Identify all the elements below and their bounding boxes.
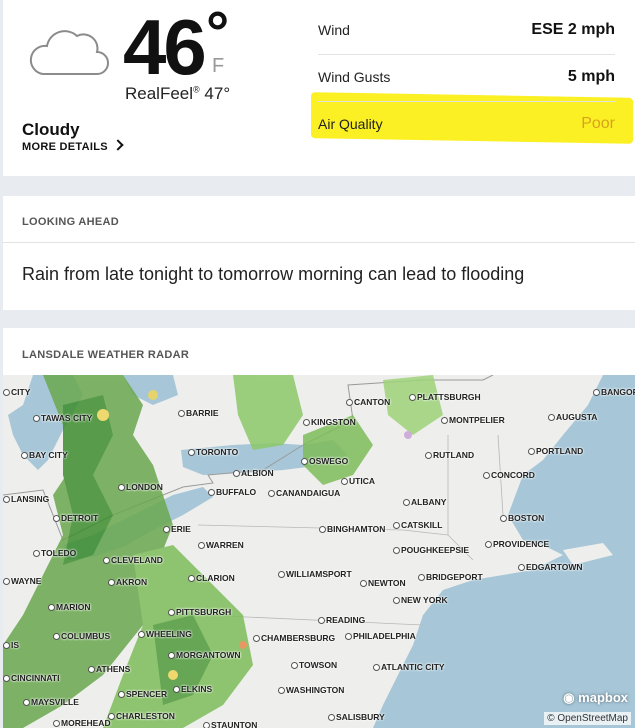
weather-phrase: Cloudy xyxy=(22,120,80,139)
detail-label: Air Quality xyxy=(318,116,383,132)
city-label: MORGANTOWN xyxy=(168,650,241,660)
city-label: LANSING xyxy=(3,494,49,504)
current-conditions-card: 46 ° F RealFeel® 47° Cloudy MORE DETAILS… xyxy=(3,0,635,176)
radar-card: LANSDALE WEATHER RADAR CITY TAWAS CITY B… xyxy=(3,328,635,728)
city-label: WARREN xyxy=(198,540,244,550)
city-label: SPENCER xyxy=(118,689,167,699)
city-label: ALBION xyxy=(233,468,274,478)
city-label: CITY xyxy=(3,387,30,397)
city-label: PITTSBURGH xyxy=(168,607,231,617)
city-label: POUGHKEEPSIE xyxy=(393,545,469,555)
city-label: NEW YORK xyxy=(393,595,448,605)
city-label: MONTPELIER xyxy=(441,415,505,425)
city-label: NEWTON xyxy=(360,578,406,588)
details-list: Wind ESE 2 mph Wind Gusts 5 mph Air Qual… xyxy=(318,8,615,148)
city-label: TOLEDO xyxy=(33,548,76,558)
realfeel: RealFeel® 47° xyxy=(125,84,231,103)
detail-label: Wind xyxy=(318,22,350,38)
city-label: KINGSTON xyxy=(303,417,356,427)
city-label: LONDON xyxy=(118,482,163,492)
detail-row-wind-gusts: Wind Gusts 5 mph xyxy=(318,55,615,102)
city-label: BOSTON xyxy=(500,513,544,523)
city-label: CANANDAIGUA xyxy=(268,488,340,498)
mapbox-label: mapbox xyxy=(578,690,628,705)
city-label: UTICA xyxy=(341,476,375,486)
realfeel-value: 47° xyxy=(204,84,231,103)
city-label: CLEVELAND xyxy=(103,555,163,565)
city-label: BAY CITY xyxy=(21,450,68,460)
section-title: LANSDALE WEATHER RADAR xyxy=(22,349,190,361)
temperature-unit: F xyxy=(212,55,225,77)
radar-map[interactable]: CITY TAWAS CITY BAY CITY LANSING DETROIT… xyxy=(3,374,635,728)
section-title: LOOKING AHEAD xyxy=(22,216,119,228)
city-label: PHILADELPHIA xyxy=(345,631,416,641)
cloud-icon xyxy=(29,30,109,75)
city-label: MAYSVILLE xyxy=(23,697,79,707)
city-label: BUFFALO xyxy=(208,487,256,497)
city-label: BRIDGEPORT xyxy=(418,572,483,582)
city-label: TAWAS CITY xyxy=(33,413,92,423)
looking-ahead-text: Rain from late tonight to tomorrow morni… xyxy=(22,264,525,284)
more-details-link[interactable]: MORE DETAILS xyxy=(22,139,124,153)
city-label: WILLIAMSPORT xyxy=(278,569,352,579)
city-label: CANTON xyxy=(346,397,390,407)
detail-row-wind: Wind ESE 2 mph xyxy=(318,8,615,55)
city-label: AKRON xyxy=(108,577,147,587)
divider xyxy=(3,242,635,243)
city-label: BARRIE xyxy=(178,408,219,418)
city-label: ALBANY xyxy=(403,497,446,507)
realfeel-label: RealFeel xyxy=(125,84,194,103)
city-label: TOWSON xyxy=(291,660,337,670)
city-label: STAUNTON xyxy=(203,720,257,728)
city-label: CHARLESTON xyxy=(108,711,175,721)
air-quality-value: Poor xyxy=(581,115,615,132)
city-label: RUTLAND xyxy=(425,450,474,460)
city-label: CLARION xyxy=(188,573,235,583)
detail-value: 5 mph xyxy=(567,68,615,85)
city-label: CONCORD xyxy=(483,470,535,480)
detail-label: Wind Gusts xyxy=(318,69,391,85)
city-label: WHEELING xyxy=(138,629,192,639)
detail-row-air-quality[interactable]: Air Quality Poor xyxy=(318,102,615,148)
radar-map-canvas xyxy=(3,374,635,728)
city-label: CATSKILL xyxy=(393,520,442,530)
map-attribution[interactable]: © OpenStreetMap xyxy=(544,712,631,725)
city-label: DETROIT xyxy=(53,513,98,523)
city-label: MARION xyxy=(48,602,90,612)
city-label: PROVIDENCE xyxy=(485,539,549,549)
city-label: OSWEGO xyxy=(301,456,348,466)
city-label: WAYNE xyxy=(3,576,41,586)
detail-value: ESE 2 mph xyxy=(531,21,615,38)
city-label: CHAMBERSBURG xyxy=(253,633,335,643)
city-label: COLUMBUS xyxy=(53,631,110,641)
city-label: WASHINGTON xyxy=(278,685,344,695)
city-label: BINGHAMTON xyxy=(319,524,385,534)
city-label: MOREHEAD xyxy=(53,718,111,728)
mapbox-logo[interactable]: ◉ mapbox xyxy=(563,690,628,706)
city-label: SALISBURY xyxy=(328,712,385,722)
looking-ahead-card[interactable]: LOOKING AHEAD Rain from late tonight to … xyxy=(3,196,635,310)
city-label: AUGUSTA xyxy=(548,412,597,422)
city-label: EDGARTOWN xyxy=(518,562,583,572)
city-label: BANGOR xyxy=(593,387,635,397)
mapbox-icon: ◉ xyxy=(563,690,575,705)
city-label: PORTLAND xyxy=(528,446,583,456)
city-label: IS xyxy=(3,640,19,650)
city-label: ATHENS xyxy=(88,664,130,674)
more-details-label: MORE DETAILS xyxy=(22,141,108,153)
city-label: ERIE xyxy=(163,524,191,534)
city-label: ELKINS xyxy=(173,684,212,694)
city-label: READING xyxy=(318,615,365,625)
city-label: CINCINNATI xyxy=(3,673,59,683)
city-label: PLATTSBURGH xyxy=(409,392,481,402)
city-label: ATLANTIC CITY xyxy=(373,662,445,672)
city-label: TORONTO xyxy=(188,447,238,457)
temperature: 46 xyxy=(123,3,207,91)
chevron-right-icon xyxy=(112,139,124,151)
